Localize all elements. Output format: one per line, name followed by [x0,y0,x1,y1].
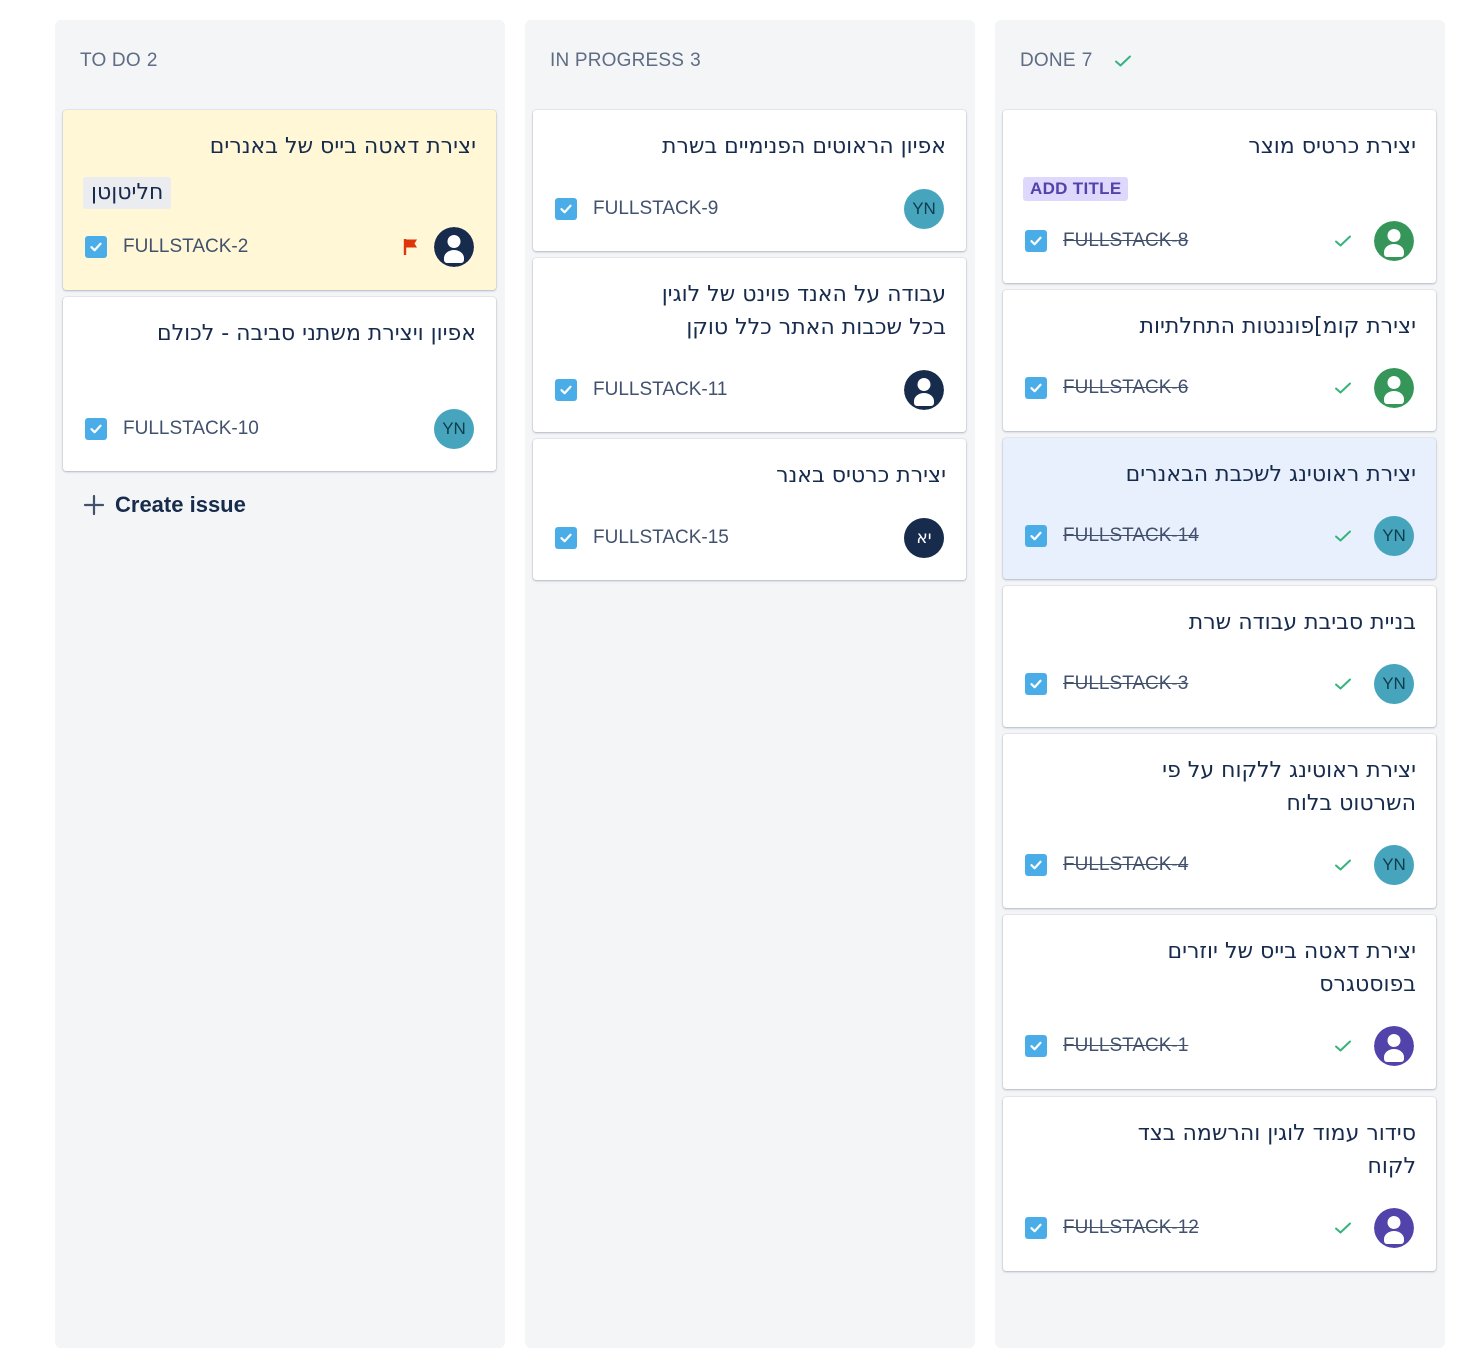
done-check-icon [1334,858,1352,872]
issue-card[interactable]: אפיון הראוטים הפנימיים בשרת FULLSTACK-9 … [533,110,966,251]
create-issue-button[interactable]: Create issue [83,492,246,518]
column-todo: TO DO 2 יצירת דאטה בייס של באנרים חליטןט… [55,20,505,1348]
issue-key[interactable]: FULLSTACK-1 [1063,1035,1188,1057]
issue-key[interactable]: FULLSTACK-15 [593,527,729,549]
column-header-done: DONE 7 [1020,50,1132,72]
done-check-icon [1334,1221,1352,1235]
issue-label[interactable]: ADD TITLE [1023,177,1129,201]
task-icon [555,198,577,220]
assignee-avatar-icon[interactable] [434,227,474,267]
issue-card[interactable]: עבודה על האנד פוינט של לוגין בכל שכבות ה… [533,258,966,432]
issue-card[interactable]: יצירת דאטה בייס של יוזרים בפוסטגרס FULLS… [1003,915,1436,1089]
issue-card[interactable]: בניית סביבת עבודה שרת FULLSTACK-3 YN [1003,586,1436,727]
issue-key[interactable]: FULLSTACK-4 [1063,854,1188,876]
issue-key[interactable]: FULLSTACK-12 [1063,1217,1199,1239]
issue-card[interactable]: סידור עמוד לוגין והרשמה בצד לקוח FULLSTA… [1003,1097,1436,1271]
task-icon [1025,854,1047,876]
assignee-avatar-icon[interactable] [1374,368,1414,408]
issue-key[interactable]: FULLSTACK-9 [593,198,718,220]
done-check-icon [1334,234,1352,248]
flag-icon [403,238,419,256]
issue-title: יצירת כרטיס באנר [776,463,946,488]
assignee-avatar[interactable]: יא [904,518,944,558]
column-count: 3 [690,50,701,71]
issue-card[interactable]: יצירת כרטיס באנר FULLSTACK-15 יא [533,439,966,580]
issue-key[interactable]: FULLSTACK-6 [1063,377,1188,399]
done-check-icon [1334,381,1352,395]
issue-title: בניית סביבת עבודה שרת [1188,610,1416,635]
issue-card[interactable]: יצירת קומ]פוננטות התחלתיות FULLSTACK-6 [1003,290,1436,431]
issue-title: יצירת דאטה בייס של באנרים [209,134,476,159]
column-inprogress: IN PROGRESS 3 אפיון הראוטים הפנימיים בשר… [525,20,975,1348]
issue-card[interactable]: אפיון ויצירת משתני סביבה - לכולם FULLSTA… [63,297,496,471]
done-check-icon [1334,1039,1352,1053]
task-icon [555,527,577,549]
assignee-avatar[interactable]: YN [904,189,944,229]
issue-title: אפיון ויצירת משתני סביבה - לכולם [157,321,476,346]
assignee-avatar[interactable]: YN [1374,845,1414,885]
issue-key[interactable]: FULLSTACK-14 [1063,525,1199,547]
task-icon [1025,1035,1047,1057]
issue-key[interactable]: FULLSTACK-8 [1063,230,1188,252]
column-header-todo: TO DO 2 [80,50,158,72]
issue-title: יצירת ראוטינג ללקוח על פי השרטוט בלוח [1162,758,1416,816]
issue-title: עבודה על האנד פוינט של לוגין בכל שכבות ה… [661,282,946,340]
issue-card-selected[interactable]: יצירת ראוטינג לשכבת הבאנרים FULLSTACK-14… [1003,438,1436,579]
issue-card[interactable]: יצירת כרטיס מוצר ADD TITLE FULLSTACK-8 [1003,110,1436,283]
done-check-icon [1334,529,1352,543]
issue-title: סידור עמוד לוגין והרשמה בצד לקוח [1137,1121,1416,1179]
issue-key[interactable]: FULLSTACK-2 [123,236,248,258]
issue-title: יצירת כרטיס מוצר [1248,134,1416,159]
assignee-avatar-icon[interactable] [1374,1026,1414,1066]
task-icon [1025,525,1047,547]
assignee-avatar-icon[interactable] [1374,221,1414,261]
column-count: 2 [146,50,158,71]
column-header-inprogress: IN PROGRESS 3 [550,50,701,72]
column-title: IN PROGRESS [550,50,685,71]
column-done: DONE 7 יצירת כרטיס מוצר ADD TITLE FULLST… [995,20,1445,1348]
issue-card[interactable]: יצירת ראוטינג ללקוח על פי השרטוט בלוח FU… [1003,734,1436,908]
task-icon [1025,673,1047,695]
issue-tag: חליטןטן [83,177,172,209]
assignee-avatar[interactable]: YN [1374,516,1414,556]
assignee-avatar-icon[interactable] [1374,1208,1414,1248]
task-icon [555,379,577,401]
issue-key[interactable]: FULLSTACK-3 [1063,673,1188,695]
done-column-check-icon [1114,54,1132,68]
issue-title: יצירת דאטה בייס של יוזרים בפוסטגרס [1167,939,1417,997]
column-count: 7 [1081,50,1093,71]
task-icon [85,236,107,258]
assignee-avatar[interactable]: YN [434,409,474,449]
issue-key[interactable]: FULLSTACK-11 [593,379,727,401]
issue-key[interactable]: FULLSTACK-10 [123,418,259,440]
column-title: DONE [1020,50,1076,71]
issue-title: אפיון הראוטים הפנימיים בשרת [661,134,946,159]
task-icon [1025,230,1047,252]
assignee-avatar-icon[interactable] [904,370,944,410]
assignee-avatar[interactable]: YN [1374,664,1414,704]
task-icon [85,418,107,440]
done-check-icon [1334,677,1352,691]
issue-card[interactable]: יצירת דאטה בייס של באנרים חליטןטן FULLST… [63,110,496,290]
issue-title: יצירת קומ]פוננטות התחלתיות [1139,314,1417,339]
task-icon [1025,1217,1047,1239]
issue-title: יצירת ראוטינג לשכבת הבאנרים [1125,462,1416,487]
create-issue-label: Create issue [115,492,246,517]
plus-icon [83,494,105,516]
column-title: TO DO [80,50,141,71]
task-icon [1025,377,1047,399]
